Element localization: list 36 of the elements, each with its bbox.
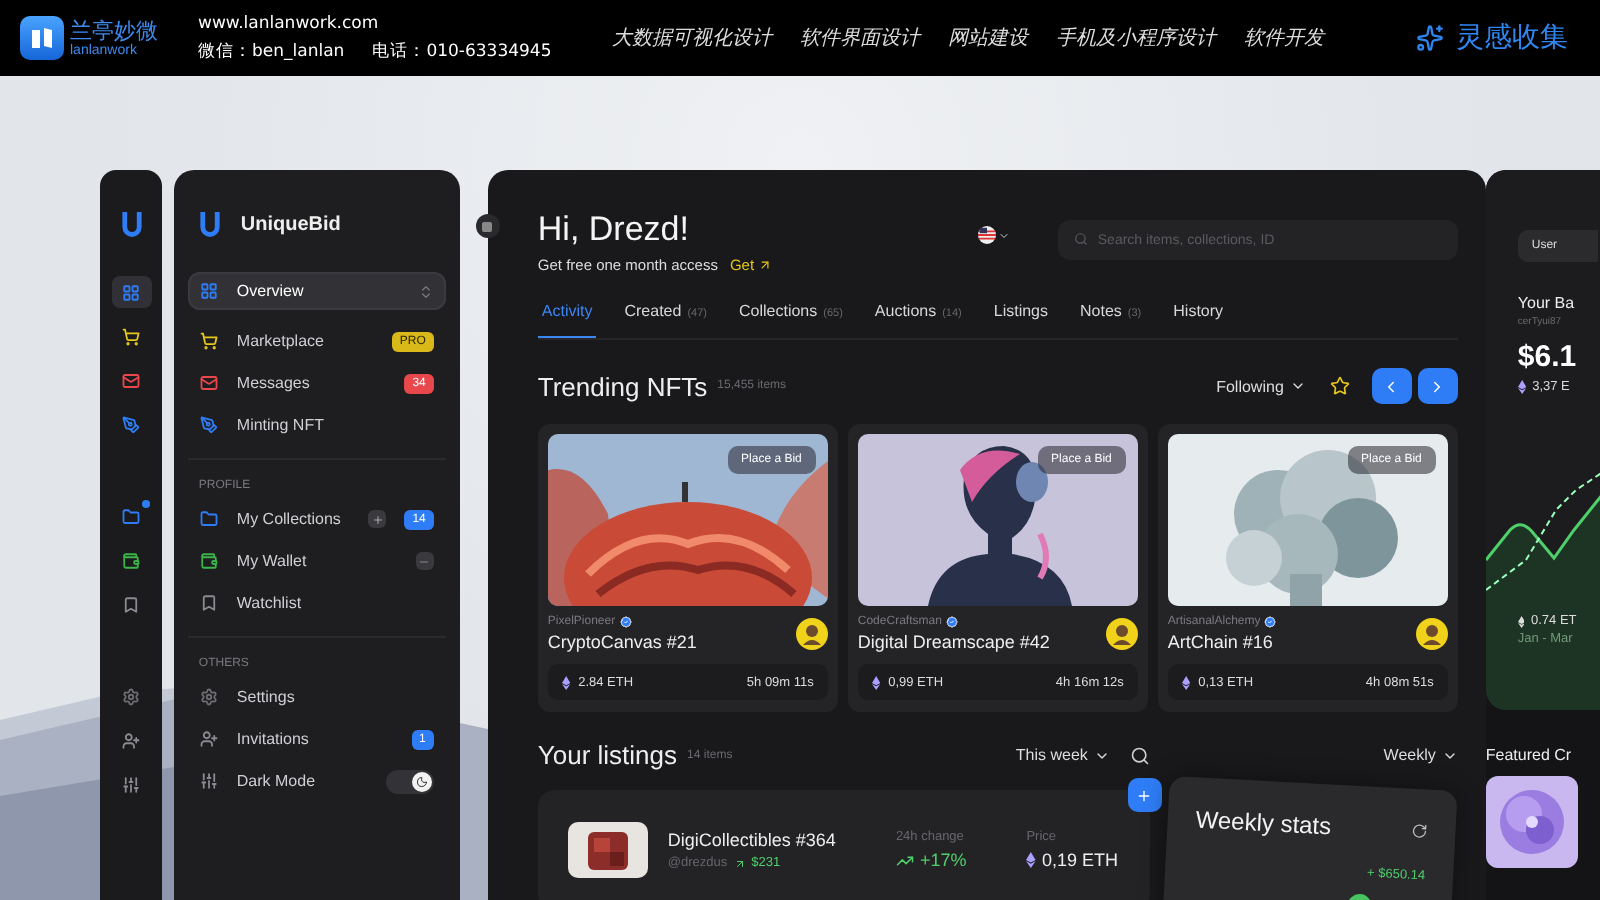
phone-number: 电话：010-63334945 — [372, 39, 552, 63]
section-title: Featured Cr — [1485, 746, 1574, 764]
wechat-id: 微信：ben_lanlan — [198, 39, 345, 63]
nft-title: Digital Dreamscape #42 — [857, 632, 1052, 652]
card-title: Weekly stats — [1194, 805, 1332, 841]
section-title: Trending NFTs — [537, 371, 708, 401]
balance: $6.1 — [1517, 340, 1579, 374]
nav-link[interactable]: 网站建设 — [947, 24, 1028, 52]
sidebar-item[interactable]: My Wallet — [188, 542, 446, 581]
website-url: www.lanlanwork.com — [198, 13, 381, 33]
tab[interactable]: History — [1169, 302, 1228, 338]
nav-link[interactable]: 软件开发 — [1243, 24, 1324, 52]
card-title: Your Ba — [1517, 294, 1577, 312]
nav-link[interactable]: 软件界面设计 — [799, 24, 920, 52]
nft-title: CryptoCanvas #21 — [547, 632, 699, 652]
nav-link[interactable]: 手机及小程序设计 — [1055, 24, 1216, 52]
brand-name: 兰亭妙微 — [70, 19, 158, 41]
filter-dropdown[interactable]: Weekly — [1383, 746, 1458, 764]
listing-name: DigiCollectibles #364 — [667, 830, 836, 850]
inspiration-link[interactable]: 灵感收集 — [1416, 20, 1568, 56]
section-title: Your listings — [537, 740, 678, 770]
sidebar-item[interactable]: Settings — [188, 678, 446, 717]
tab[interactable]: Listings — [989, 302, 1052, 338]
nav-link[interactable]: 大数据可视化设计 — [611, 24, 772, 52]
sidebar-item[interactable]: Dark Mode — [188, 762, 446, 801]
tab[interactable]: Activity — [537, 302, 597, 338]
nft-title: ArtChain #16 — [1167, 632, 1275, 652]
filter-dropdown[interactable]: This week — [1015, 746, 1110, 764]
price: 0,19 ETH — [1042, 850, 1119, 870]
filter-dropdown[interactable]: Following — [1216, 377, 1306, 395]
greeting: Hi, Drezd! — [537, 210, 691, 250]
sidebar-item[interactable]: Watchlist — [188, 584, 446, 623]
sidebar-item[interactable]: Overview — [188, 272, 446, 311]
app-name: UniqueBid — [240, 214, 341, 237]
sidebar-item[interactable]: Minting NFT — [188, 406, 446, 445]
change-value: +17% — [919, 850, 967, 870]
